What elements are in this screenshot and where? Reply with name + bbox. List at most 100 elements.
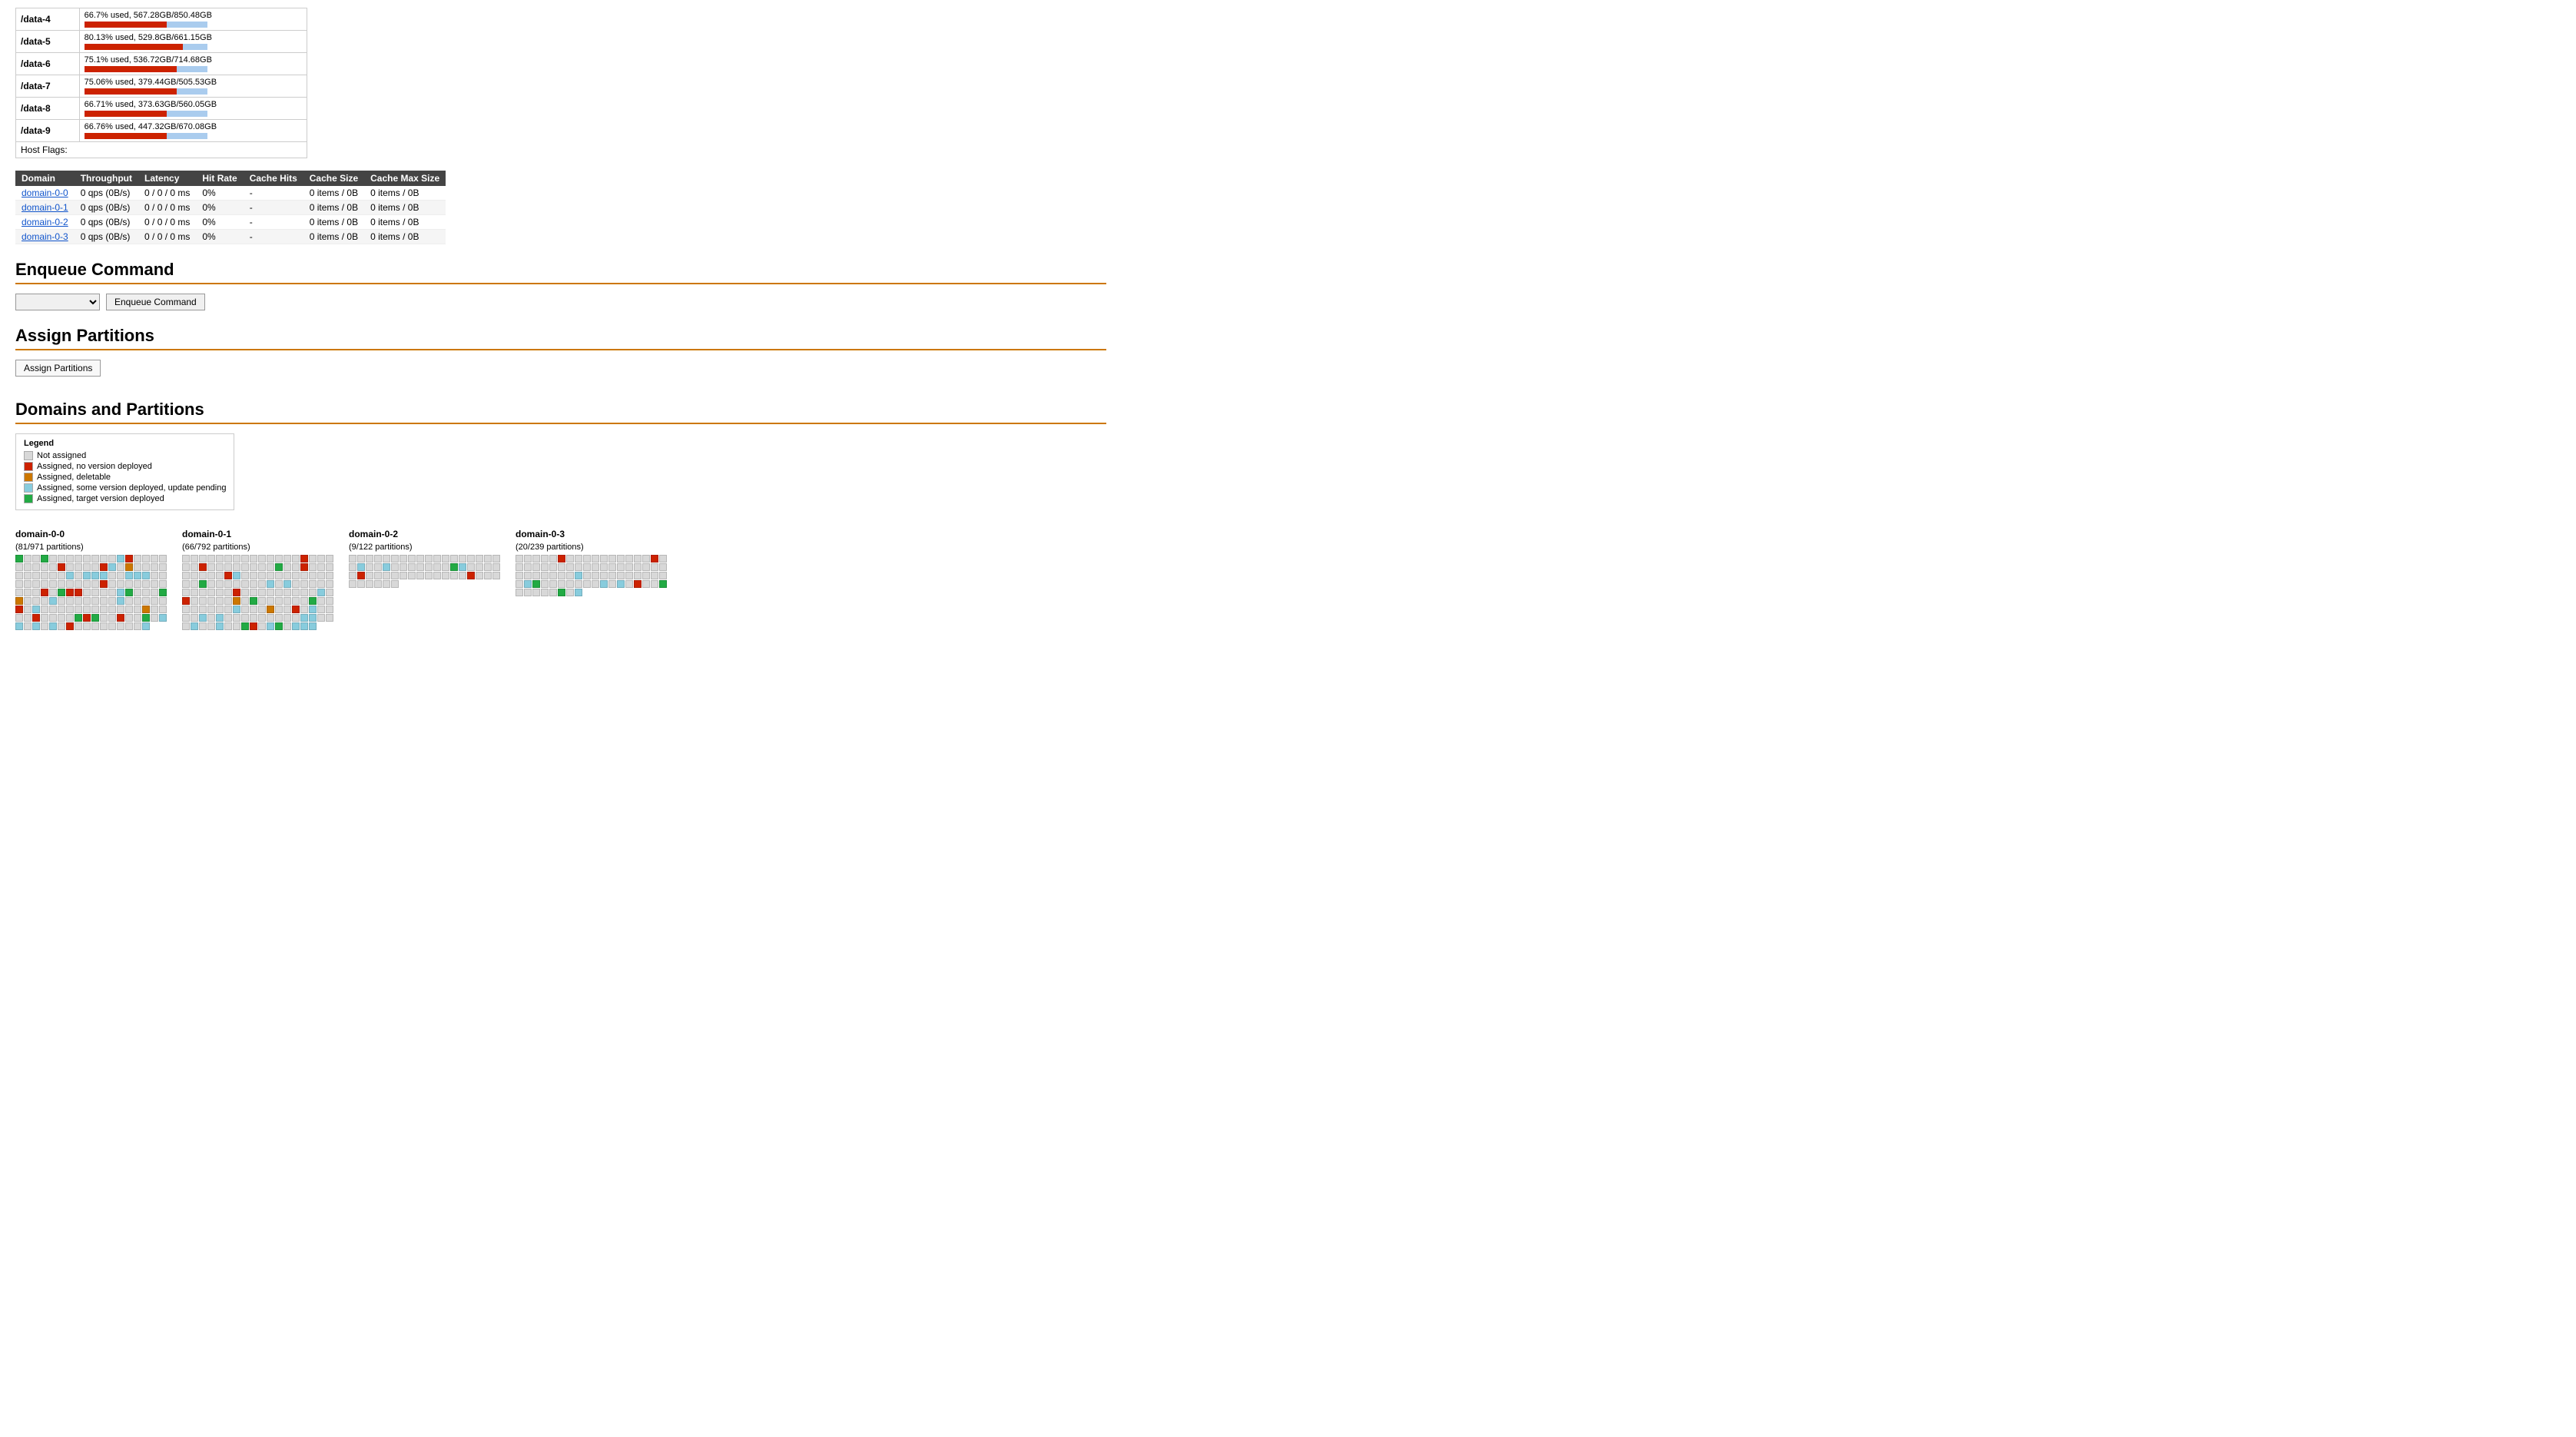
partition-cell xyxy=(108,597,116,605)
partition-cell xyxy=(75,580,82,588)
partition-cell xyxy=(659,563,667,571)
partition-cell xyxy=(125,597,133,605)
partition-cell xyxy=(207,614,215,622)
enqueue-command-button[interactable]: Enqueue Command xyxy=(106,294,205,310)
partition-cell xyxy=(66,597,74,605)
disk-label: /data-9 xyxy=(16,120,80,142)
legend-label: Assigned, no version deployed xyxy=(37,462,152,471)
disk-label: /data-4 xyxy=(16,8,80,31)
domain-stat-cell: 0 items / 0B xyxy=(303,186,364,201)
partition-cell xyxy=(300,606,308,613)
partition-cell xyxy=(191,563,198,571)
domain-link[interactable]: domain-0-2 xyxy=(15,215,75,230)
partition-cell xyxy=(182,589,190,596)
domain-stat-cell: 0 / 0 / 0 ms xyxy=(138,230,196,244)
partition-cell xyxy=(651,572,658,579)
partition-cell xyxy=(275,555,283,563)
partition-cell xyxy=(250,622,257,630)
enqueue-row: Enqueue Command xyxy=(15,294,1106,310)
partition-cell xyxy=(258,614,266,622)
partition-cell xyxy=(199,614,207,622)
partition-cell xyxy=(134,606,141,613)
disk-row: /data-7 75.06% used, 379.44GB/505.53GB xyxy=(16,75,307,98)
partition-cell xyxy=(442,572,449,579)
domain-stat-cell: 0 items / 0B xyxy=(364,230,446,244)
partition-cell xyxy=(151,572,158,579)
partition-cell xyxy=(300,555,308,563)
partition-cell xyxy=(15,563,23,571)
partition-grid xyxy=(182,555,333,630)
partition-cell xyxy=(199,622,207,630)
partition-cell xyxy=(408,563,416,571)
partition-cell xyxy=(199,563,207,571)
partition-cell xyxy=(258,563,266,571)
domain-link[interactable]: domain-0-3 xyxy=(15,230,75,244)
domain-partition-title: domain-0-0 xyxy=(15,529,167,539)
partition-cell xyxy=(651,563,658,571)
partition-cell xyxy=(224,580,232,588)
partition-cell xyxy=(66,572,74,579)
partition-cell xyxy=(532,589,540,596)
partition-cell xyxy=(32,563,40,571)
partition-cell xyxy=(182,614,190,622)
domain-link[interactable]: domain-0-1 xyxy=(15,201,75,215)
partition-cell xyxy=(283,606,291,613)
partition-cell xyxy=(459,572,466,579)
partition-cell xyxy=(100,614,108,622)
partition-cell xyxy=(182,572,190,579)
partition-cell xyxy=(83,589,91,596)
partition-cell xyxy=(450,563,458,571)
domain-link[interactable]: domain-0-0 xyxy=(15,186,75,201)
partition-cell xyxy=(250,614,257,622)
partition-cell xyxy=(233,580,240,588)
assign-partitions-button[interactable]: Assign Partitions xyxy=(15,360,101,377)
partition-cell xyxy=(15,555,23,563)
partition-cell xyxy=(283,563,291,571)
partition-cell xyxy=(24,563,31,571)
partition-cell xyxy=(83,563,91,571)
domain-stat-cell: 0 qps (0B/s) xyxy=(75,186,138,201)
partition-cell xyxy=(41,606,48,613)
partition-cell xyxy=(108,614,116,622)
partition-cell xyxy=(117,614,124,622)
partition-cell xyxy=(49,614,57,622)
domain-partition-block: domain-0-1(66/792 partitions) xyxy=(182,529,333,630)
partition-cell xyxy=(326,572,333,579)
partition-cell xyxy=(199,606,207,613)
partition-cell xyxy=(216,606,224,613)
partition-cell xyxy=(207,563,215,571)
partition-cell xyxy=(326,580,333,588)
partition-cell xyxy=(182,555,190,563)
legend-label: Assigned, deletable xyxy=(37,473,111,482)
partition-cell xyxy=(108,589,116,596)
partition-cell xyxy=(608,563,616,571)
partition-cell xyxy=(117,563,124,571)
domain-stats-row: domain-0-00 qps (0B/s)0 / 0 / 0 ms0%-0 i… xyxy=(15,186,446,201)
partition-cell xyxy=(241,622,249,630)
partition-cell xyxy=(125,589,133,596)
domain-stat-cell: 0 / 0 / 0 ms xyxy=(138,186,196,201)
partition-cell xyxy=(233,572,240,579)
partition-cell xyxy=(476,572,483,579)
partition-cell xyxy=(159,580,167,588)
domain-partition-subtitle: (20/239 partitions) xyxy=(516,543,667,552)
partition-cell xyxy=(75,614,82,622)
partition-cell xyxy=(207,589,215,596)
partition-cell xyxy=(617,555,625,563)
partition-cell xyxy=(558,580,565,588)
partition-cell xyxy=(300,589,308,596)
domains-and-partitions-title: Domains and Partitions xyxy=(15,400,1106,420)
partition-cell xyxy=(199,580,207,588)
partition-cell xyxy=(275,622,283,630)
partition-cell xyxy=(516,563,523,571)
partition-cell xyxy=(549,589,557,596)
partition-cell xyxy=(159,606,167,613)
enqueue-select[interactable] xyxy=(15,294,100,310)
partition-cell xyxy=(575,572,582,579)
partition-cell xyxy=(91,572,99,579)
disk-usage-table: /data-4 66.7% used, 567.28GB/850.48GB /d… xyxy=(15,8,307,158)
partition-cell xyxy=(83,622,91,630)
domain-stat-cell: 0 qps (0B/s) xyxy=(75,230,138,244)
partition-cell xyxy=(91,563,99,571)
partition-cell xyxy=(541,589,549,596)
